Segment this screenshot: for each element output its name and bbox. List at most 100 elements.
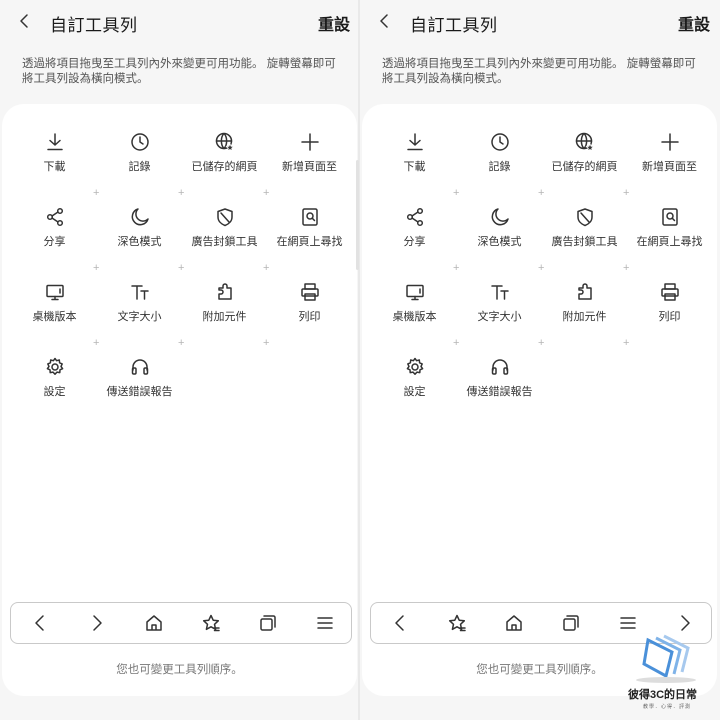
tool-label: 列印 [298, 311, 321, 323]
home-icon[interactable] [144, 613, 164, 633]
tool-item[interactable]: 廣告封鎖工具 [542, 207, 627, 255]
page-title: 自訂工具列 [410, 16, 498, 35]
grid-plus-marker: + [538, 262, 545, 274]
tool-label: 記錄 [128, 161, 151, 173]
tool-item[interactable]: 附加元件 [542, 282, 627, 330]
tool-item[interactable]: 在網頁上尋找 [627, 207, 712, 255]
tool-label: 已儲存的網頁 [551, 161, 618, 173]
tool-label: 下載 [43, 161, 66, 173]
back-arrow-icon[interactable] [14, 10, 36, 32]
find-in-page-icon [301, 208, 318, 226]
tool-label: 附加元件 [562, 311, 607, 323]
bookmarks-icon[interactable] [447, 613, 467, 633]
watermark-title: 彼得3C的日常 [628, 689, 698, 701]
tool-label: 文字大小 [117, 311, 162, 323]
tool-item[interactable]: 桌機版本 [12, 282, 97, 330]
tool-item[interactable]: 附加元件 [182, 282, 267, 330]
back-arrow-icon[interactable] [374, 10, 396, 32]
download-icon [46, 133, 63, 151]
print-icon [660, 283, 679, 301]
description: 透過將項目拖曳至工具列內外來變更可用功能。 旋轉螢幕即可將工具列設為橫向模式。 [382, 58, 696, 85]
share-icon [46, 207, 63, 227]
tabs-icon[interactable] [258, 613, 278, 633]
tool-item[interactable]: 記錄 [97, 132, 182, 180]
tool-item[interactable]: 已儲存的網頁 [542, 132, 627, 180]
right-panel: 自訂工具列 重設 透過將項目拖曳至工具列內外來變更可用功能。 旋轉螢幕即可將工具… [360, 0, 720, 720]
tool-label: 在網頁上尋找 [636, 236, 703, 248]
home-icon[interactable] [504, 613, 524, 633]
share-icon [406, 207, 423, 227]
shield-icon [576, 208, 593, 227]
moon-icon [491, 208, 509, 226]
tool-label: 分享 [403, 236, 426, 248]
tool-label: 分享 [43, 236, 66, 248]
tool-item[interactable]: 設定 [12, 357, 97, 405]
tool-label: 新增頁面至 [282, 161, 337, 173]
plus-icon [300, 133, 319, 151]
tool-item[interactable]: 新增頁面至 [267, 132, 352, 180]
hint-text: 您也可變更工具列順序。 [116, 664, 243, 676]
grid-plus-marker: + [93, 187, 100, 199]
tool-label: 新增頁面至 [642, 161, 697, 173]
grid-plus-marker: + [178, 337, 185, 349]
desktop-icon [45, 284, 64, 301]
add-ons-puzzle-icon [217, 283, 232, 300]
grid-plus-marker: + [538, 337, 545, 349]
tool-item[interactable]: 廣告封鎖工具 [182, 207, 267, 255]
tool-label: 下載 [403, 161, 426, 173]
reset-button[interactable]: 重設 [318, 11, 350, 35]
tool-item[interactable]: 列印 [267, 282, 352, 330]
left-panel: 自訂工具列 重設 透過將項目拖曳至工具列內外來變更可用功能。 旋轉螢幕即可將工具… [0, 0, 360, 720]
tool-item[interactable]: 深色模式 [97, 207, 182, 255]
moon-icon [131, 208, 149, 226]
header: 自訂工具列 重設 [0, 0, 360, 44]
tool-label: 桌機版本 [392, 311, 437, 323]
grid-plus-marker: + [538, 187, 545, 199]
headset-icon [131, 359, 148, 375]
tool-item[interactable]: 列印 [627, 282, 712, 330]
shield-icon [216, 208, 233, 227]
tool-item[interactable]: 分享 [12, 207, 97, 255]
back-icon[interactable] [390, 613, 410, 633]
tool-label: 桌機版本 [32, 311, 77, 323]
page-title: 自訂工具列 [50, 16, 138, 35]
history-clock-icon [130, 133, 149, 151]
tool-item[interactable]: 設定 [372, 357, 457, 405]
print-icon [300, 283, 319, 301]
tool-label: 設定 [43, 386, 66, 398]
tool-item[interactable]: 已儲存的網頁 [182, 132, 267, 180]
tool-item[interactable]: 深色模式 [457, 207, 542, 255]
tool-item[interactable]: 文字大小 [97, 282, 182, 330]
history-clock-icon [490, 133, 509, 151]
grid-plus-marker: + [263, 187, 270, 199]
tool-label: 傳送錯誤報告 [466, 386, 533, 398]
watermark-subtitle: 教學．心得．評測 [643, 704, 692, 710]
reset-button[interactable]: 重設 [678, 11, 710, 35]
grid-plus-marker: + [623, 187, 630, 199]
tool-item[interactable]: 傳送錯誤報告 [97, 357, 182, 405]
text-size-icon [490, 285, 509, 300]
tool-item[interactable]: 在網頁上尋找 [267, 207, 352, 255]
tool-item[interactable]: 新增頁面至 [627, 132, 712, 180]
tool-item[interactable]: 傳送錯誤報告 [457, 357, 542, 405]
tool-label: 在網頁上尋找 [276, 236, 343, 248]
tool-item[interactable]: 下載 [12, 132, 97, 180]
tool-item[interactable]: 分享 [372, 207, 457, 255]
desktop-icon [405, 284, 424, 301]
tool-item[interactable]: 下載 [372, 132, 457, 180]
forward-icon[interactable] [87, 613, 107, 633]
tool-item[interactable]: 記錄 [457, 132, 542, 180]
toolbar-card: 下載 記錄 已儲存的網頁 新增頁面至分享 深色模式 廣告封鎖工具 在網頁上尋找桌機版本 文字大… [2, 104, 357, 696]
scroll-indicator[interactable] [356, 160, 359, 270]
bookmarks-icon[interactable] [201, 613, 221, 633]
settings-gear-icon [46, 357, 63, 375]
tool-item[interactable]: 文字大小 [457, 282, 542, 330]
tabs-icon[interactable] [561, 613, 581, 633]
menu-icon[interactable] [315, 613, 335, 633]
bottom-toolbar[interactable] [10, 602, 352, 644]
grid-plus-marker: + [93, 337, 100, 349]
grid-plus-marker: + [623, 262, 630, 274]
back-icon[interactable] [30, 613, 50, 633]
toolbar-card: 下載 記錄 已儲存的網頁 新增頁面至分享 深色模式 廣告封鎖工具 在網頁上尋找桌機版本 文字大… [362, 104, 717, 696]
tool-item[interactable]: 桌機版本 [372, 282, 457, 330]
